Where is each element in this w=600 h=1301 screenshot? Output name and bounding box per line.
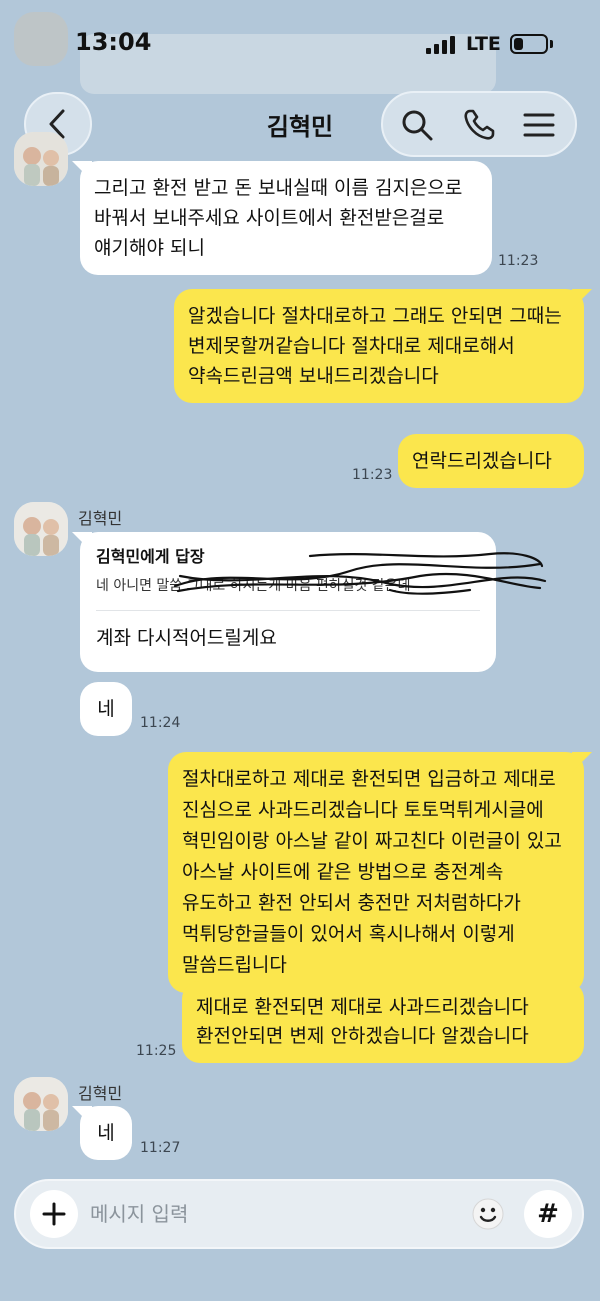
signal-icon [426,36,458,54]
sender-name: 김혁민 [78,509,123,528]
menu-button[interactable] [521,107,557,143]
emoji-button[interactable] [468,1194,508,1234]
search-button[interactable] [399,107,435,143]
chat-title: 김혁민 [266,113,334,141]
message-input-bar: # [14,1179,584,1249]
smiley-icon [472,1198,504,1230]
call-button[interactable] [461,107,497,143]
attach-button[interactable] [30,1190,78,1238]
status-time: 13:04 [75,28,152,56]
chat-screen: 13:04 LTE 김혁민 그리고 환전 받고 돈 보내실때 이름 김지은으로 … [0,0,600,1301]
hamburger-menu-icon [523,113,555,137]
avatar[interactable] [14,1077,68,1131]
plus-icon [42,1202,66,1226]
message-time: 11:25 [136,1043,177,1059]
message-bubble-outgoing[interactable]: 절차대로하고 제대로 환전되면 입금하고 제대로 진심으로 사과드리겠습니다 토… [168,752,584,993]
phone-icon [464,109,495,140]
status-bar: 13:04 LTE [0,0,600,90]
battery-icon [510,34,548,54]
message-time: 11:27 [140,1140,181,1156]
message-bubble-outgoing[interactable]: 알겠습니다 절차대로하고 그래도 안되면 그때는 변제못할꺼같습니다 절차대로 … [174,289,584,403]
message-bubble-outgoing[interactable]: 제대로 환전되면 제대로 사과드리겠습니다 환전안되면 변제 안하겠습니다 알겠… [182,981,584,1063]
message-time: 11:23 [352,467,393,483]
message-bubble-outgoing[interactable]: 연락드리겠습니다 [398,434,584,488]
message-bubble-incoming[interactable]: 네 [80,1106,132,1160]
redaction-scribble [173,552,547,595]
reply-message-text: 계좌 다시적어드릴게요 [96,627,277,649]
sender-name: 김혁민 [78,1084,123,1103]
network-label: LTE [466,33,501,55]
hashtag-icon: # [537,1199,559,1229]
battery-tip [550,40,553,48]
hashtag-button[interactable]: # [524,1190,572,1238]
message-input[interactable] [90,1197,460,1231]
reply-divider [96,610,480,611]
message-bubble-incoming[interactable]: 네 [80,682,132,736]
message-bubble-incoming[interactable]: 그리고 환전 받고 돈 보내실때 이름 김지은으로 바꿔서 보내주세요 사이트에… [80,161,492,275]
search-icon [402,110,433,141]
header-actions [381,91,577,157]
message-time: 11:24 [140,715,181,731]
avatar[interactable] [14,132,68,186]
message-time: 11:23 [498,253,539,269]
avatar[interactable] [14,502,68,556]
reply-message-bubble[interactable]: 김혁민에게 답장 네 아니면 말씀 그대로 하시는게 마음 편하실것 같은데 계… [80,532,547,672]
